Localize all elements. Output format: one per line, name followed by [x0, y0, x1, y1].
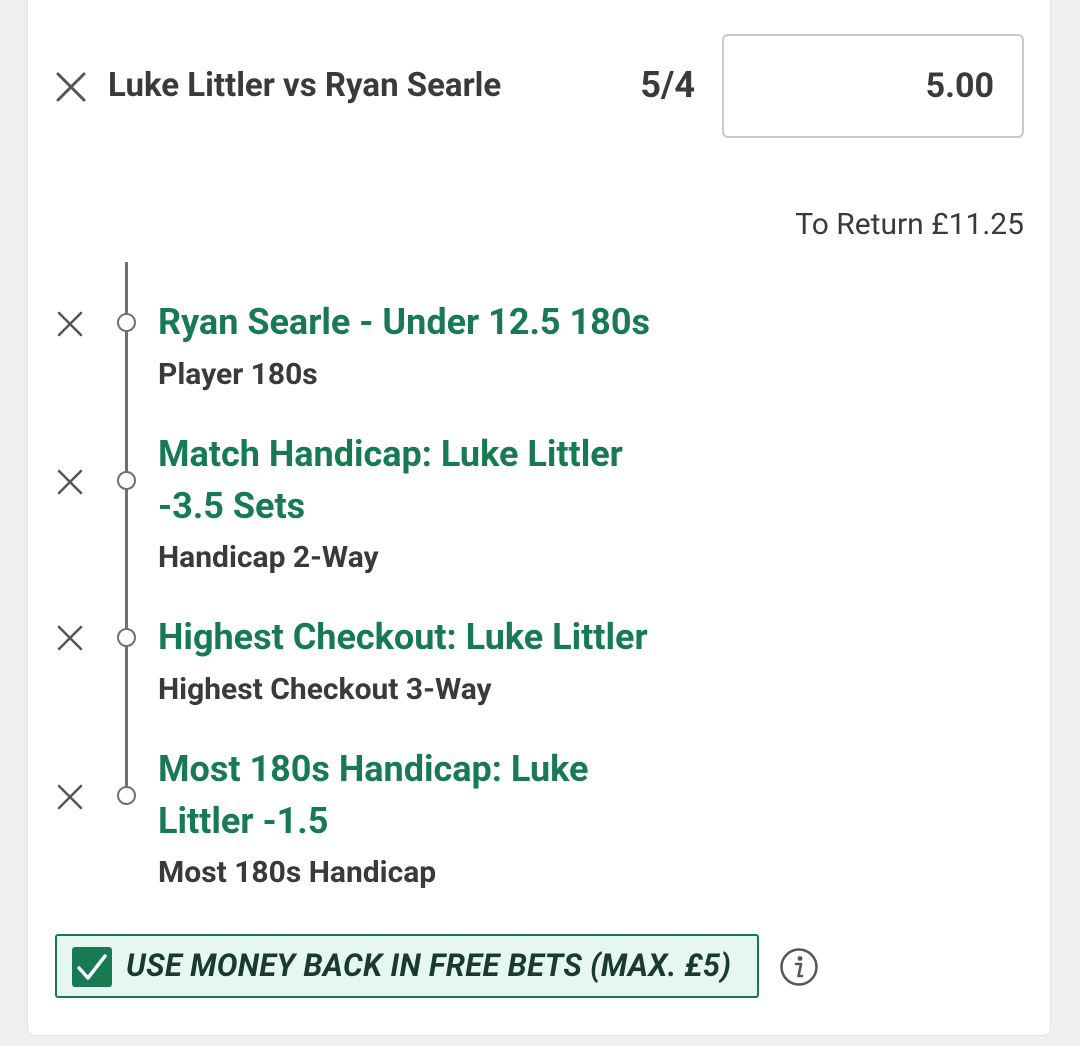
timeline-node: [117, 786, 136, 805]
remove-leg-close-icon[interactable]: [56, 468, 84, 496]
leg-selection: Match Handicap: Luke Littler -3.5 Sets: [158, 428, 623, 532]
money-back-label: USE MONEY BACK IN FREE BETS (MAX. £5): [126, 947, 732, 984]
leg-selection-line: Ryan Searle - Under 12.5 180s: [158, 301, 650, 343]
timeline-node: [117, 313, 136, 332]
event-title: Luke Littler vs Ryan Searle: [108, 66, 502, 105]
remove-leg-close-icon[interactable]: [56, 310, 84, 338]
checkmark-icon: [77, 954, 107, 980]
leg-selection-line: Most 180s Handicap: Luke: [158, 748, 589, 790]
leg-selection-line: Highest Checkout: Luke Littler: [158, 616, 648, 658]
remove-leg-close-icon[interactable]: [56, 783, 84, 811]
leg-market: Highest Checkout 3-Way: [158, 672, 492, 707]
timeline-node: [117, 628, 136, 647]
timeline-line: [125, 262, 128, 796]
leg-market: Handicap 2-Way: [158, 540, 379, 575]
timeline-node: [117, 471, 136, 490]
info-icon[interactable]: [779, 947, 819, 987]
leg-selection: Highest Checkout: Luke Littler: [158, 611, 648, 663]
remove-leg-close-icon[interactable]: [56, 624, 84, 652]
to-return-text: To Return £11.25: [795, 207, 1024, 242]
leg-market: Most 180s Handicap: [158, 855, 437, 890]
leg-selection-line: Match Handicap: Luke Littler: [158, 433, 623, 475]
leg-selection-line: -3.5 Sets: [158, 485, 306, 527]
leg-market: Player 180s: [158, 357, 318, 392]
bet-odds: 5/4: [640, 64, 695, 106]
leg-selection: Ryan Searle - Under 12.5 180s: [158, 296, 650, 348]
stake-input[interactable]: [722, 34, 1024, 138]
money-back-checkbox[interactable]: [72, 947, 112, 987]
remove-bet-close-icon[interactable]: [56, 72, 86, 102]
leg-selection: Most 180s Handicap: Luke Littler -1.5: [158, 743, 588, 847]
leg-selection-line: Littler -1.5: [158, 800, 329, 842]
